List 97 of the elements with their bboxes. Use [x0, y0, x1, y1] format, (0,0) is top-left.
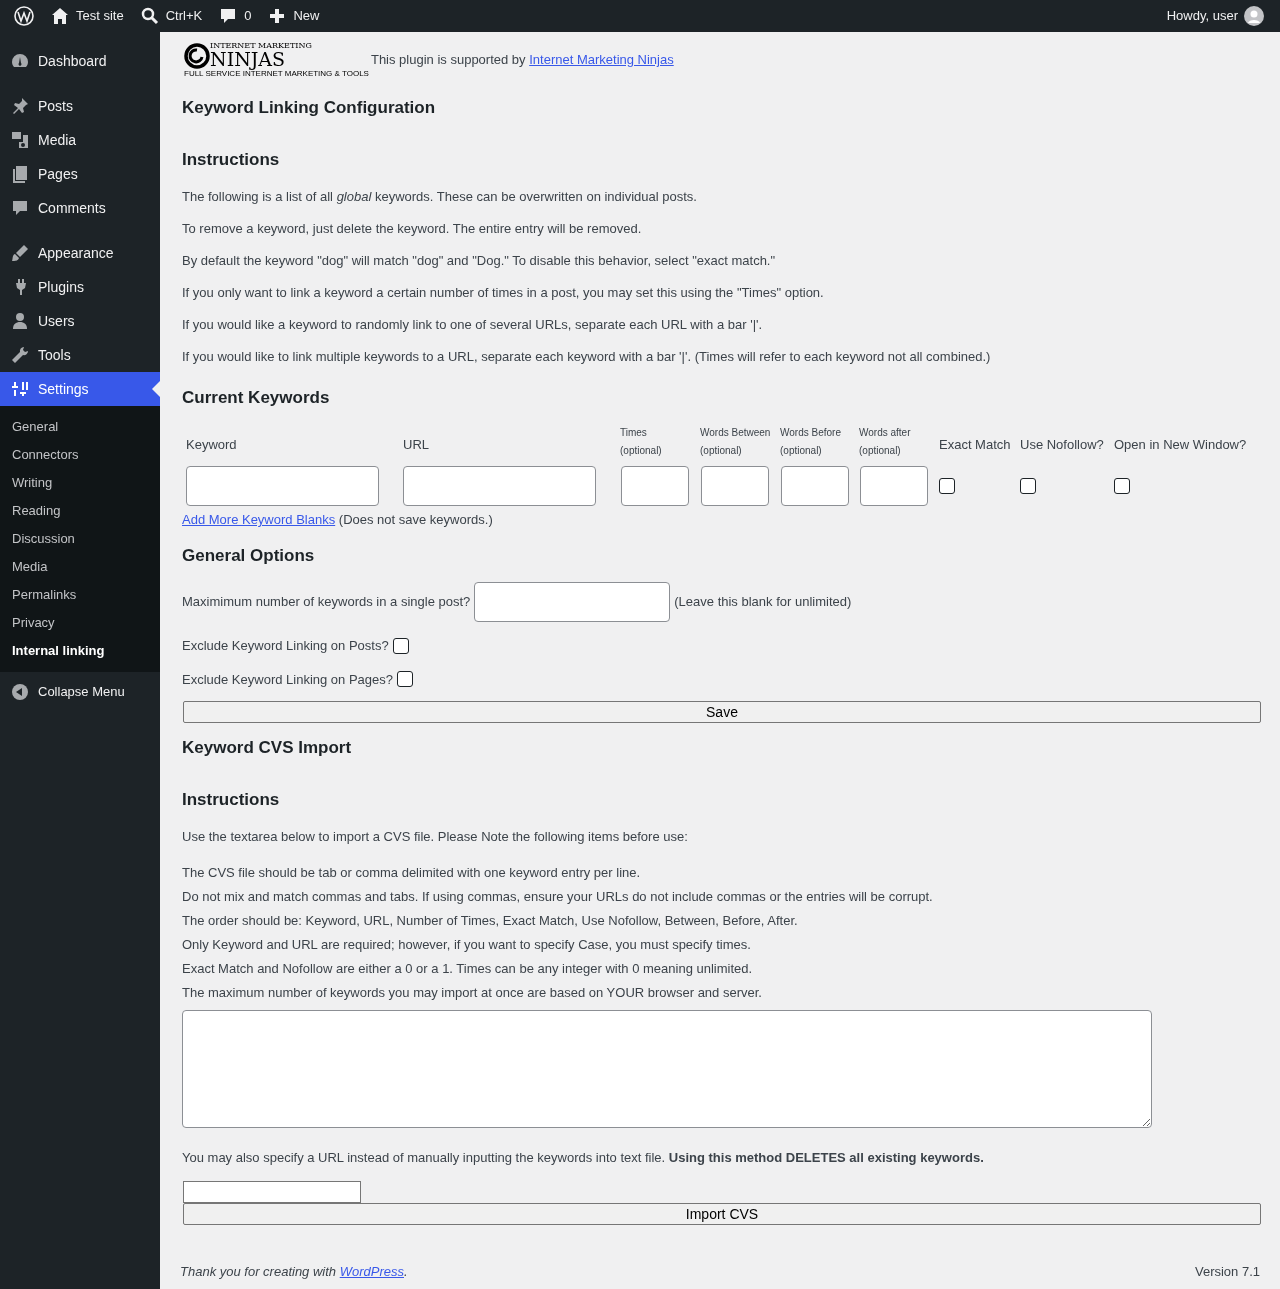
field-hint: (Leave this blank for unlimited) [674, 593, 852, 612]
column-note: (optional) [700, 444, 742, 459]
section-heading: General Options [182, 545, 316, 567]
home-icon [50, 6, 70, 26]
sidebar-item[interactable]: Dashboard [0, 44, 160, 78]
submenu-item[interactable]: Connectors [0, 441, 160, 469]
appearance-icon [10, 243, 30, 263]
submenu-item[interactable]: Permalinks [0, 581, 160, 609]
column-header: Open in New Window? [1114, 436, 1247, 455]
sidebar-item[interactable]: Posts [0, 89, 160, 123]
field-label: Maximimum number of keywords in a single post? [182, 593, 471, 612]
instruction-text: The following is a list of all global keywords. These can be overwritten on individual posts. [182, 187, 698, 206]
comments-icon [10, 198, 30, 218]
checkbox-label: Exclude Keyword Linking on Pages? [182, 670, 394, 689]
collapse-icon [10, 682, 30, 702]
wordpress-link[interactable]: WordPress [339, 1263, 404, 1279]
number-input-field[interactable] [621, 466, 689, 507]
footer-text: Thank you for creating with WordPress. [180, 1262, 408, 1281]
submenu-item[interactable]: Internal linking [0, 637, 160, 665]
account-menu[interactable]: Howdy, user [1158, 0, 1272, 32]
instruction-text: To remove a keyword, just delete the keyword. The entire entry will be removed. [182, 219, 643, 238]
column-note: (optional) [620, 444, 662, 459]
ninjas-logo: INTERNET MARKETING NINJAS FULL SERVICE INTERNET MARKETING & TOOLS [184, 42, 369, 78]
max-keywords-field[interactable] [474, 582, 671, 623]
avatar-icon [1244, 6, 1264, 26]
column-header: Words Before [780, 426, 841, 441]
column-header: URL [403, 436, 429, 455]
media-icon [10, 130, 30, 150]
submenu-item[interactable]: Privacy [0, 609, 160, 637]
instruction-text: If you only want to link a keyword a certain number of times in a post, you may set this using the "Times" option. [182, 283, 825, 302]
instruction-text: If you would like a keyword to randomly link to one of several URLs, separate each URL with a bar '|'. [182, 315, 764, 334]
import-button[interactable]: Import CVS [183, 1202, 1261, 1225]
sidebar-item[interactable]: Appearance [0, 236, 160, 270]
submenu-item[interactable]: Reading [0, 497, 160, 525]
users-icon [10, 311, 30, 331]
column-header: Words Between [700, 426, 771, 441]
toolbar-link[interactable]: Ctrl+K [131, 0, 211, 32]
checkbox[interactable] [392, 637, 409, 654]
save-button[interactable]: Save [183, 701, 1261, 724]
checkbox[interactable] [1020, 478, 1036, 495]
instruction-text: The order should be: Keyword, URL, Number of Times, Exact Match, Use Nofollow, Between, Before, After. [182, 911, 799, 930]
keyword-input-field[interactable] [186, 466, 379, 507]
column-header: Times [620, 426, 647, 441]
sidebar-item[interactable]: Tools [0, 338, 160, 372]
instruction-text: By default the keyword "dog" will match "dog" and "Dog." To disable this behavior, select "exact match." [182, 251, 777, 270]
submenu-item[interactable]: Media [0, 553, 160, 581]
toolbar-link[interactable]: New [259, 0, 328, 32]
add-blanks-note: (Does not save keywords.) [338, 512, 493, 528]
section-heading: Keyword CVS Import [182, 738, 353, 759]
instruction-text: If you would like to link multiple keywords to a URL, separate each keyword with a bar '|'. (Times will refer to each keyword not all combined.) [182, 347, 992, 366]
column-header: Exact Match [939, 436, 1011, 455]
wordpress-logo-icon [14, 6, 34, 26]
sidebar-item[interactable]: Users [0, 304, 160, 338]
pages-icon [10, 164, 30, 184]
column-note: (optional) [859, 444, 901, 459]
column-header: Words after [859, 426, 911, 441]
checkbox-label: Exclude Keyword Linking on Posts? [182, 637, 389, 656]
toolbar-link[interactable]: 0 [210, 0, 260, 32]
instruction-text: Exact Match and Nofollow are either a 0 or a 1. Times can be any integer with 0 meaning unlimited. [182, 959, 754, 978]
toolbar-link[interactable]: Test site [42, 0, 132, 32]
number-input-field[interactable] [860, 466, 928, 507]
sidebar-item[interactable]: Pages [0, 157, 160, 191]
version-text: Version 7.1 [1194, 1262, 1260, 1281]
instruction-text: Do not mix and match commas and tabs. If using commas, ensure your URLs do not include commas or the entries will be corrupt. [182, 887, 934, 906]
instruction-text: The CVS file should be tab or comma delimited with one keyword entry per line. [182, 863, 642, 882]
add-blanks-link[interactable]: Add More Keyword Blanks [182, 512, 336, 528]
checkbox[interactable] [397, 671, 414, 688]
column-note: (optional) [780, 444, 822, 459]
sidebar-item[interactable]: Plugins [0, 270, 160, 304]
checkbox[interactable] [1114, 478, 1130, 495]
tools-icon [10, 345, 30, 365]
submenu-item[interactable]: General [0, 413, 160, 441]
instruction-text: Use the textarea below to import a CVS file. Please Note the following items before use: [182, 827, 689, 846]
search-icon [139, 6, 160, 26]
number-input-field[interactable] [701, 466, 769, 507]
sidebar-item[interactable]: Settings [0, 372, 160, 406]
sidebar-item[interactable]: Media [0, 123, 160, 157]
submenu-item[interactable]: Writing [0, 469, 160, 497]
column-header: Keyword [186, 436, 237, 455]
settings-icon [10, 379, 30, 399]
instruction-text: Only Keyword and URL are required; however, if you want to specify Case, you must specify times. [182, 935, 752, 954]
collapse-menu-button[interactable]: Collapse Menu [0, 675, 160, 709]
sidebar-item[interactable]: Comments [0, 191, 160, 225]
sponsor-link[interactable]: Internet Marketing Ninjas [529, 52, 674, 67]
url-instruction-text: You may also specify a URL instead of manually inputting the keywords into text file. Using this method DELETES all existing keywords. [182, 1148, 985, 1167]
sponsor-text: This plugin is supported by Internet Marketing Ninjas [370, 51, 674, 69]
number-input-field[interactable] [781, 466, 849, 507]
keyword-input-field[interactable] [403, 466, 596, 507]
section-heading: Instructions [182, 790, 281, 811]
section-heading: Current Keywords [182, 387, 331, 409]
section-heading: Instructions [182, 150, 281, 171]
submenu-item[interactable]: Discussion [0, 525, 160, 553]
page-title: Keyword Linking Configuration [182, 98, 437, 119]
column-header: Use Nofollow? [1020, 436, 1104, 455]
url-input-field[interactable] [183, 1180, 361, 1203]
checkbox[interactable] [939, 478, 955, 495]
instruction-text: The maximum number of keywords you may import at once are based on YOUR browser and server. [182, 983, 763, 1002]
